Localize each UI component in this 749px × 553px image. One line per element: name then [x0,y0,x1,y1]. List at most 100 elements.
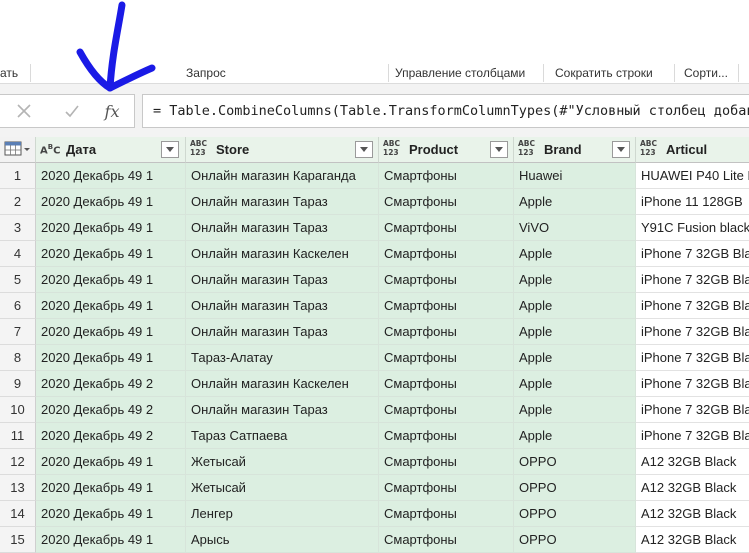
cell-articul[interactable]: A12 32GB Black [636,449,749,475]
cell-product[interactable]: Смартфоны [379,345,514,371]
row-number[interactable]: 2 [0,189,36,215]
cell-brand[interactable]: Apple [514,189,636,215]
cell-store[interactable]: Онлайн магазин Тараз [186,215,379,241]
cell-articul[interactable]: A12 32GB Black [636,475,749,501]
cell-brand[interactable]: Apple [514,371,636,397]
cell-store[interactable]: Онлайн магазин Тараз [186,293,379,319]
row-number[interactable]: 9 [0,371,36,397]
table-row[interactable]: 2 2020 Декабрь 49 1 Онлайн магазин Тараз См… [0,189,749,215]
text-type-icon[interactable]: ABC [40,141,60,157]
table-row[interactable]: 10 2020 Декабрь 49 2 Онлайн магазин Тараз С… [0,397,749,423]
cell-store[interactable]: Онлайн магазин Тараз [186,189,379,215]
any-type-icon[interactable]: ABC 123 [383,139,400,157]
cell-store[interactable]: Арысь [186,527,379,553]
column-header-product[interactable]: ABC 123 Product [379,137,514,163]
filter-dropdown-button[interactable] [161,141,179,158]
cell-articul[interactable]: HUAWEI P40 Lite E [636,163,749,189]
cell-articul[interactable]: iPhone 7 32GB Bla [636,423,749,449]
row-number[interactable]: 10 [0,397,36,423]
table-row[interactable]: 1 2020 Декабрь 49 1 Онлайн магазин Караган… [0,163,749,189]
row-number[interactable]: 14 [0,501,36,527]
cell-brand[interactable]: Apple [514,345,636,371]
cell-product[interactable]: Смартфоны [379,501,514,527]
cell-brand[interactable]: Apple [514,319,636,345]
row-number[interactable]: 5 [0,267,36,293]
column-header-store[interactable]: ABC 123 Store [186,137,379,163]
cell-store[interactable]: Жетысай [186,449,379,475]
cell-articul[interactable]: iPhone 7 32GB Bla [636,241,749,267]
row-number[interactable]: 7 [0,319,36,345]
row-number[interactable]: 11 [0,423,36,449]
cell-store[interactable]: Онлайн магазин Тараз [186,267,379,293]
cell-brand[interactable]: Apple [514,423,636,449]
cell-store[interactable]: Жетысай [186,475,379,501]
cell-store[interactable]: Тараз Сатпаева [186,423,379,449]
cell-articul[interactable]: iPhone 7 32GB Bla [636,397,749,423]
confirm-button[interactable] [52,95,92,127]
cell-brand[interactable]: OPPO [514,501,636,527]
table-row[interactable]: 8 2020 Декабрь 49 1 Тараз-Алатау Смартфоны A… [0,345,749,371]
formula-input[interactable]: = Table.CombineColumns(Table.TransformCo… [142,94,749,128]
cell-articul[interactable]: iPhone 7 32GB Bla [636,267,749,293]
cell-date[interactable]: 2020 Декабрь 49 2 [36,371,186,397]
cell-product[interactable]: Смартфоны [379,293,514,319]
table-row[interactable]: 14 2020 Декабрь 49 1 Ленгер Смартфоны OPPO A1… [0,501,749,527]
cell-store[interactable]: Онлайн магазин Каскелен [186,241,379,267]
cell-articul[interactable]: A12 32GB Black [636,501,749,527]
cell-product[interactable]: Смартфоны [379,163,514,189]
column-header-date[interactable]: ABC Дата [36,137,186,163]
cell-product[interactable]: Смартфоны [379,241,514,267]
cell-product[interactable]: Смартфоны [379,267,514,293]
row-number[interactable]: 15 [0,527,36,553]
cell-product[interactable]: Смартфоны [379,319,514,345]
cell-articul[interactable]: iPhone 7 32GB Bla [636,345,749,371]
cell-brand[interactable]: Huawei [514,163,636,189]
cell-articul[interactable]: iPhone 7 32GB Bla [636,293,749,319]
table-row[interactable]: 13 2020 Декабрь 49 1 Жетысай Смартфоны OPPO A… [0,475,749,501]
cell-brand[interactable]: Apple [514,241,636,267]
cell-brand[interactable]: Apple [514,267,636,293]
filter-dropdown-button[interactable] [612,141,630,158]
cell-store[interactable]: Онлайн магазин Тараз [186,397,379,423]
cell-brand[interactable]: OPPO [514,449,636,475]
cell-articul[interactable]: iPhone 11 128GB [636,189,749,215]
cell-store[interactable]: Ленгер [186,501,379,527]
cell-articul[interactable]: A12 32GB Black [636,527,749,553]
row-number[interactable]: 4 [0,241,36,267]
cell-date[interactable]: 2020 Декабрь 49 2 [36,423,186,449]
cell-store[interactable]: Тараз-Алатау [186,345,379,371]
cell-store[interactable]: Онлайн магазин Караганда [186,163,379,189]
table-row[interactable]: 11 2020 Декабрь 49 2 Тараз Сатпаева Смартфо… [0,423,749,449]
row-number[interactable]: 13 [0,475,36,501]
table-row[interactable]: 15 2020 Декабрь 49 1 Арысь Смартфоны OPPO A12… [0,527,749,553]
cell-brand[interactable]: OPPO [514,527,636,553]
cell-product[interactable]: Смартфоны [379,449,514,475]
cell-date[interactable]: 2020 Декабрь 49 1 [36,163,186,189]
table-menu-button[interactable] [0,137,36,163]
cell-articul[interactable]: iPhone 7 32GB Bla [636,319,749,345]
any-type-icon[interactable]: ABC 123 [640,139,657,157]
table-row[interactable]: 4 2020 Декабрь 49 1 Онлайн магазин Каскеле… [0,241,749,267]
cell-product[interactable]: Смартфоны [379,371,514,397]
cell-date[interactable]: 2020 Декабрь 49 1 [36,501,186,527]
cell-date[interactable]: 2020 Декабрь 49 1 [36,241,186,267]
cell-product[interactable]: Смартфоны [379,397,514,423]
cell-product[interactable]: Смартфоны [379,189,514,215]
cell-date[interactable]: 2020 Декабрь 49 2 [36,397,186,423]
cell-articul[interactable]: Y91C Fusion black [636,215,749,241]
cell-date[interactable]: 2020 Декабрь 49 1 [36,475,186,501]
cell-product[interactable]: Смартфоны [379,215,514,241]
cell-brand[interactable]: Apple [514,293,636,319]
filter-dropdown-button[interactable] [490,141,508,158]
cell-product[interactable]: Смартфоны [379,527,514,553]
cell-date[interactable]: 2020 Декабрь 49 1 [36,215,186,241]
insert-function-button[interactable]: fx [92,95,132,127]
cell-store[interactable]: Онлайн магазин Каскелен [186,371,379,397]
row-number[interactable]: 12 [0,449,36,475]
cell-brand[interactable]: Apple [514,397,636,423]
cell-date[interactable]: 2020 Декабрь 49 1 [36,449,186,475]
table-row[interactable]: 9 2020 Декабрь 49 2 Онлайн магазин Каскеле… [0,371,749,397]
table-row[interactable]: 3 2020 Декабрь 49 1 Онлайн магазин Тараз См… [0,215,749,241]
row-number[interactable]: 3 [0,215,36,241]
cell-brand[interactable]: ViVO [514,215,636,241]
